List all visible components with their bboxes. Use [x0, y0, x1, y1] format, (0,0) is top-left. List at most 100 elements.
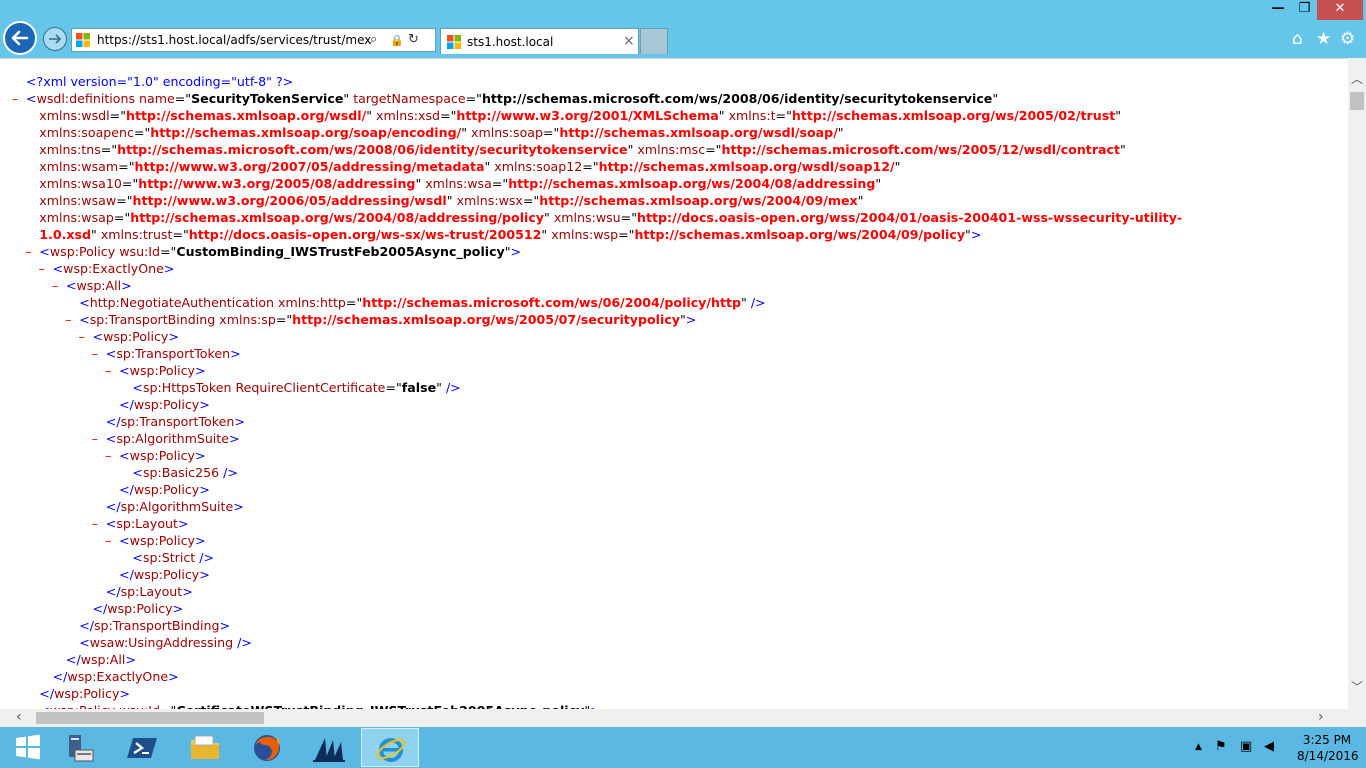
xml-line-text: <wsp:ExactlyOne>: [52, 261, 175, 276]
server-manager-button[interactable]: [52, 728, 110, 767]
xml-line-text: xmlns:wsam="http://www.w3.org/2007/05/ad…: [39, 159, 901, 174]
collapse-toggle[interactable]: –: [79, 328, 85, 345]
collapse-toggle[interactable]: –: [105, 532, 111, 549]
xml-line-text: </sp:Layout>: [105, 584, 193, 599]
windows-favicon-icon: [447, 35, 461, 49]
collapse-toggle[interactable]: –: [52, 277, 58, 294]
collapse-toggle[interactable]: –: [12, 90, 18, 107]
xml-line-text: <wsp:Policy>: [119, 533, 206, 548]
folder-icon: [191, 735, 219, 759]
xml-line-text: <sp:AlgorithmSuite>: [105, 431, 240, 446]
tray-expand-icon[interactable]: ▲: [1195, 742, 1202, 752]
powershell-button[interactable]: [114, 728, 172, 767]
windows-logo-icon: [16, 734, 40, 760]
file-explorer-button[interactable]: [176, 728, 234, 767]
xml-line-text: <wsp:Policy>: [119, 448, 206, 463]
xml-line-text: </wsp:Policy>: [119, 397, 210, 412]
settings-gear-icon[interactable]: ⚙: [1340, 29, 1355, 49]
xml-line-text: xmlns:wsap="http://schemas.xmlsoap.org/w…: [39, 210, 1183, 225]
browser-chrome: https://sts1.host.local/adfs/services/tr…: [0, 0, 1366, 58]
favorites-icon[interactable]: ★: [1316, 29, 1331, 49]
scroll-down-icon[interactable]: ﹀: [1351, 678, 1363, 695]
scroll-up-icon[interactable]: ︿: [1351, 70, 1363, 87]
xml-line-text: <wsdl:definitions name="SecurityTokenSer…: [26, 91, 999, 106]
vertical-scroll-thumb[interactable]: [1350, 92, 1364, 110]
xml-line-text: <wsp:Policy wsu:Id="CertificateWSTrustBi…: [39, 702, 600, 709]
xml-line-text: </sp:TransportToken>: [105, 414, 245, 429]
horizontal-scroll-thumb[interactable]: [36, 712, 264, 724]
xml-line-text: <sp:Strict />: [132, 550, 215, 565]
collapse-toggle[interactable]: –: [92, 430, 98, 447]
xml-line-text: </wsp:ExactlyOne>: [52, 669, 179, 684]
xml-line-text: </wsp:Policy>: [92, 601, 184, 616]
maximize-button[interactable]: ❐: [1292, 0, 1317, 20]
scroll-right-icon[interactable]: ›: [1318, 709, 1324, 725]
tab-sts1[interactable]: sts1.host.local ×: [440, 28, 639, 54]
collapse-toggle[interactable]: –: [92, 515, 98, 532]
xml-line-text: </sp:TransportBinding>: [79, 618, 231, 633]
vertical-scrollbar[interactable]: ︿ ﹀: [1348, 58, 1366, 709]
xml-line-text: </wsp:Policy>: [119, 567, 210, 582]
collapse-toggle[interactable]: –: [105, 362, 111, 379]
collapse-toggle[interactable]: –: [25, 243, 31, 260]
firefox-button[interactable]: [238, 728, 296, 767]
xml-line-text: <sp:TransportToken>: [105, 346, 241, 361]
collapse-toggle[interactable]: –: [65, 311, 71, 328]
powershell-icon: [127, 738, 157, 758]
xml-line-text: <http:NegotiateAuthentication xmlns:http…: [79, 295, 766, 310]
forward-button[interactable]: [43, 27, 67, 51]
collapse-toggle[interactable]: –: [25, 702, 31, 709]
dynamics-logo-icon: [313, 738, 345, 762]
address-url[interactable]: https://sts1.host.local/adfs/services/tr…: [97, 33, 371, 47]
minimize-button[interactable]: —: [1264, 0, 1292, 20]
collapse-toggle[interactable]: –: [39, 260, 45, 277]
search-icon[interactable]: ⌕: [370, 32, 377, 47]
network-icon[interactable]: ▣: [1240, 739, 1252, 754]
refresh-icon[interactable]: ↻: [408, 32, 419, 47]
xml-line-text: <sp:Layout>: [105, 516, 189, 531]
xml-line-text: </wsp:Policy>: [119, 482, 210, 497]
new-tab-button[interactable]: [640, 28, 668, 54]
internet-explorer-button[interactable]: [361, 728, 419, 767]
horizontal-scrollbar[interactable]: ‹ ›: [0, 709, 1348, 727]
collapse-toggle[interactable]: –: [105, 447, 111, 464]
system-clock[interactable]: 3:25 PM 8/14/2016: [1297, 732, 1359, 764]
xml-line-text: xmlns:wsdl="http://schemas.xmlsoap.org/w…: [39, 108, 1122, 123]
start-button[interactable]: [0, 728, 58, 767]
clock-time: 3:25 PM: [1302, 733, 1352, 747]
tab-title: sts1.host.local: [467, 35, 554, 49]
xml-line-text: <sp:Basic256 />: [132, 465, 238, 480]
xml-line-text: xmlns:tns="http://schemas.microsoft.com/…: [39, 142, 1126, 157]
scrollbar-corner: [1348, 709, 1366, 727]
close-tab-icon[interactable]: ×: [623, 33, 635, 49]
xml-line-text: <wsp:Policy wsu:Id="CustomBinding_IWSTru…: [39, 244, 522, 259]
close-icon: ✕: [1334, 1, 1346, 16]
arrow-left-icon: [11, 30, 29, 46]
collapse-toggle[interactable]: –: [92, 345, 98, 362]
xml-line-text: <?xml version="1.0" encoding="utf-8" ?>: [26, 74, 294, 89]
dynamics-button[interactable]: [300, 728, 358, 767]
internet-explorer-icon: [376, 738, 406, 762]
back-button[interactable]: [3, 21, 37, 55]
xml-line-text: xmlns:wsa10="http://www.w3.org/2005/08/a…: [39, 176, 882, 191]
xml-line-text: <wsp:All>: [65, 278, 132, 293]
clock-date: 8/14/2016: [1297, 749, 1359, 763]
xml-line-text: </wsp:All>: [65, 652, 136, 667]
xml-line-text: <wsp:Policy>: [92, 329, 179, 344]
minimize-icon: —: [1271, 1, 1285, 16]
windows-favicon-icon: [76, 33, 90, 47]
lock-icon[interactable]: 🔒: [390, 34, 404, 47]
xml-line-text: <wsaw:UsingAddressing />: [79, 635, 252, 650]
address-bar[interactable]: https://sts1.host.local/adfs/services/tr…: [71, 28, 436, 52]
firefox-icon: [254, 735, 280, 761]
volume-muted-icon[interactable]: ◀: [1264, 739, 1274, 754]
maximize-icon: ❐: [1298, 1, 1311, 16]
home-icon[interactable]: ⌂: [1292, 29, 1303, 49]
scroll-left-icon[interactable]: ‹: [16, 709, 22, 725]
action-center-flag-icon[interactable]: ⚑: [1215, 739, 1227, 754]
xml-line-text: xmlns:soapenc="http://schemas.xmlsoap.or…: [39, 125, 844, 140]
close-window-button[interactable]: ✕: [1317, 0, 1363, 20]
xml-viewer: <?xml version="1.0" encoding="utf-8" ?> –…: [0, 58, 1348, 709]
xml-line-text: </sp:AlgorithmSuite>: [105, 499, 244, 514]
xml-line-text: <wsp:Policy>: [119, 363, 206, 378]
